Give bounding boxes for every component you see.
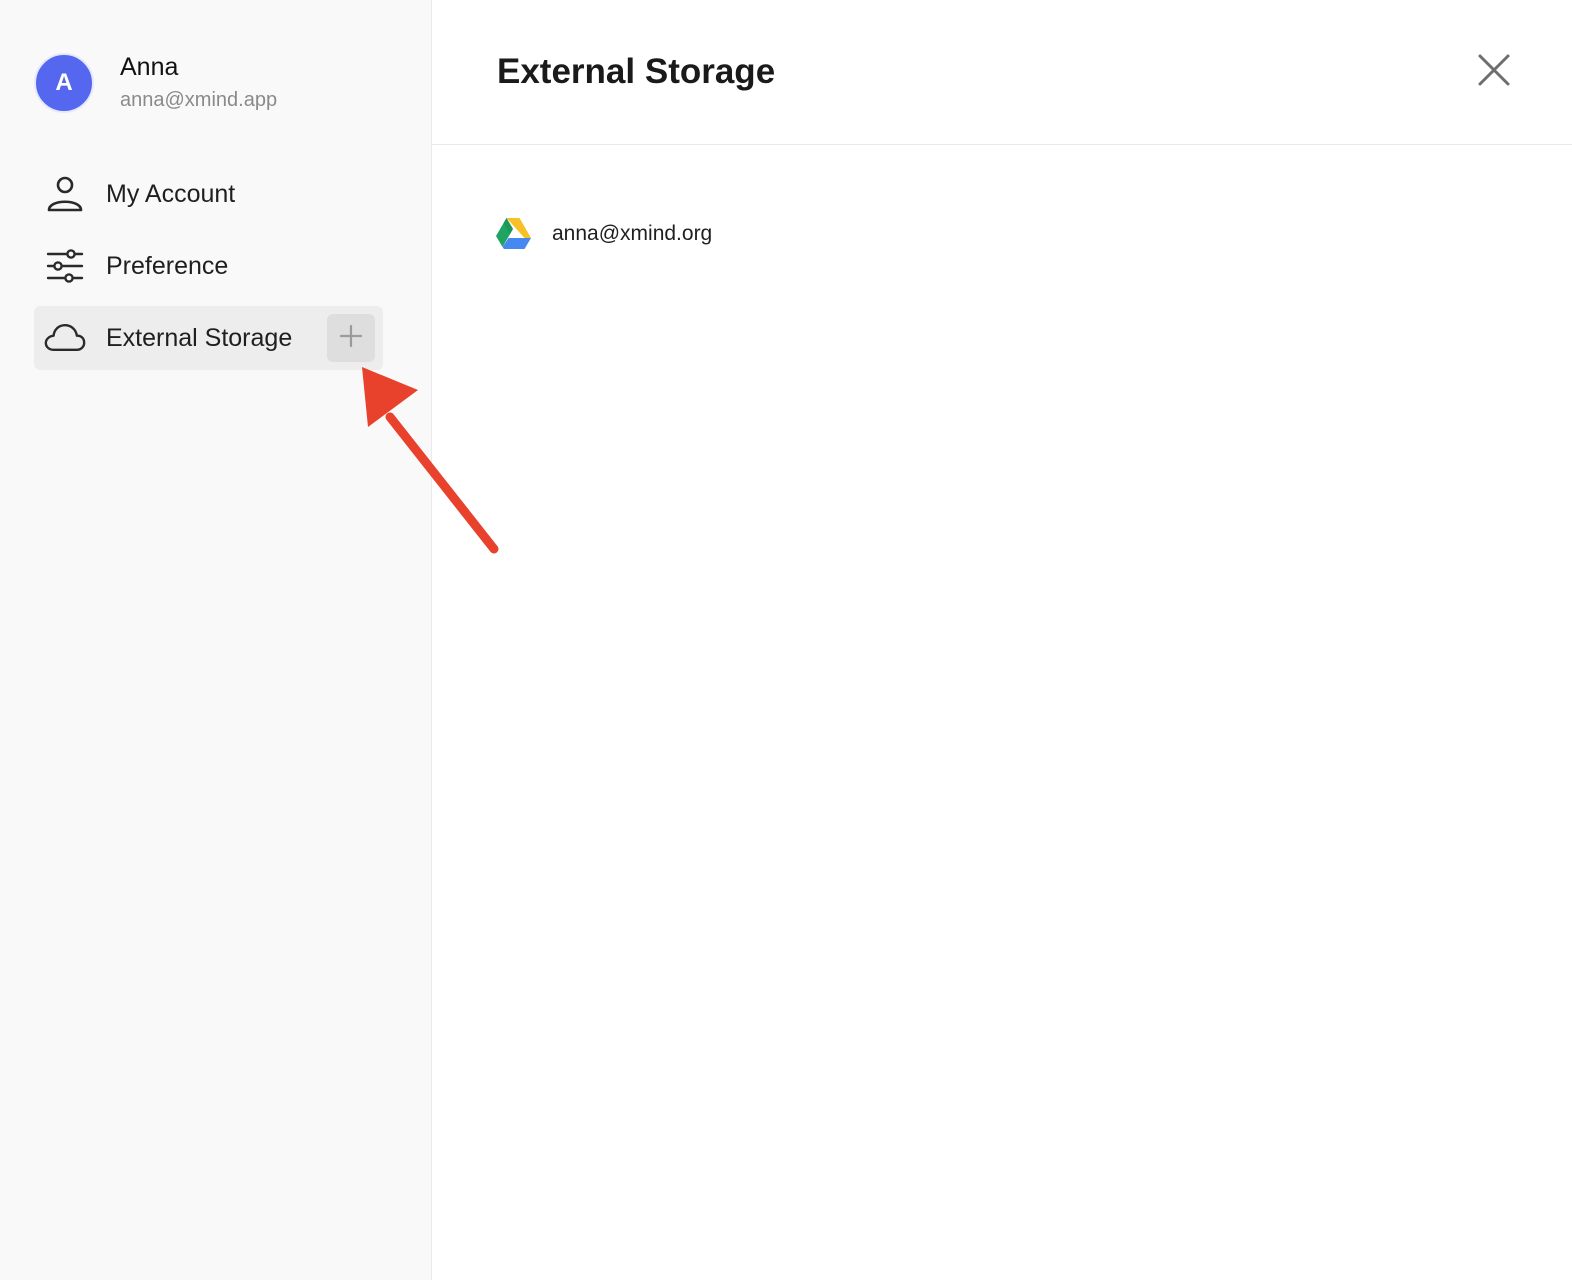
- sidebar-item-external-storage[interactable]: External Storage: [34, 306, 383, 370]
- sidebar: A Anna anna@xmind.app My Account Prefere…: [0, 0, 432, 1280]
- user-name: Anna: [120, 53, 179, 81]
- storage-account-item[interactable]: anna@xmind.org: [492, 212, 712, 256]
- sidebar-nav: My Account Preference External Storage: [34, 162, 383, 378]
- google-drive-icon: [492, 216, 534, 252]
- close-button[interactable]: [1472, 50, 1516, 94]
- panel-header: External Storage: [432, 0, 1572, 145]
- sliders-icon: [44, 245, 86, 287]
- avatar: A: [34, 53, 94, 113]
- settings-window: A Anna anna@xmind.app My Account Prefere…: [0, 0, 1572, 1280]
- sidebar-item-label: External Storage: [106, 323, 293, 352]
- sidebar-item-preference[interactable]: Preference: [34, 234, 383, 298]
- sidebar-item-label: My Account: [106, 179, 236, 208]
- page-title: External Storage: [497, 52, 776, 91]
- profile-text: Anna anna@xmind.app: [120, 51, 277, 115]
- sidebar-item-label: Preference: [106, 251, 229, 280]
- plus-icon: [338, 323, 364, 354]
- main-panel: External Storage anna@xmind.org: [432, 0, 1572, 1280]
- storage-account-list: anna@xmind.org: [492, 212, 712, 256]
- add-storage-button[interactable]: [327, 314, 375, 362]
- user-email: anna@xmind.app: [120, 89, 278, 111]
- cloud-icon: [44, 317, 86, 359]
- sidebar-item-my-account[interactable]: My Account: [34, 162, 383, 226]
- person-icon: [44, 173, 86, 215]
- user-profile: A Anna anna@xmind.app: [34, 51, 277, 115]
- close-icon: [1477, 53, 1511, 92]
- storage-account-email: anna@xmind.org: [552, 222, 713, 245]
